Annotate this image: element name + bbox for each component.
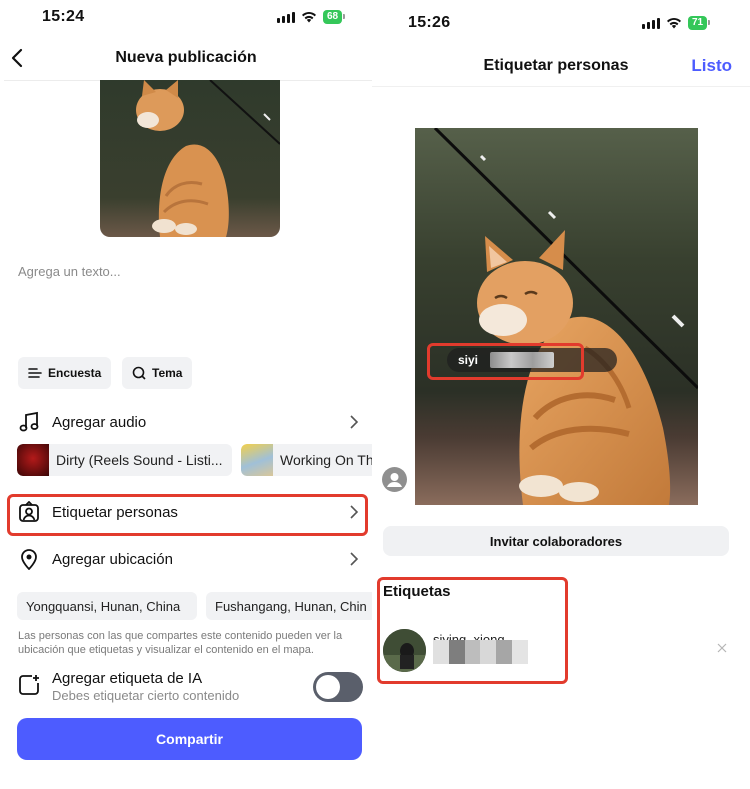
redacted-text — [490, 352, 555, 368]
avatar-image — [383, 629, 426, 672]
status-bar: 15:26 71 — [372, 0, 750, 36]
caption-input[interactable]: Agrega un texto... — [18, 264, 121, 279]
topic-chip[interactable]: Tema — [122, 357, 193, 389]
signal-icon — [642, 17, 660, 29]
cat-photo — [415, 128, 698, 505]
remove-tag-icon[interactable] — [716, 642, 728, 654]
ai-label-subtitle: Debes etiquetar cierto contenido — [52, 688, 240, 703]
invite-collaborators-button[interactable]: Invitar colaboradores — [383, 526, 729, 556]
add-audio-row[interactable]: Agregar audio — [0, 404, 372, 440]
status-icons: 68 — [277, 10, 346, 24]
signal-icon — [277, 11, 295, 23]
photo-tag-label: siyi — [458, 353, 479, 367]
tag-people-label: Etiquetar personas — [52, 503, 178, 521]
music-title: Dirty (Reels Sound - Listi... — [56, 452, 223, 468]
location-pin-icon — [21, 549, 37, 570]
tag-people-row[interactable]: Etiquetar personas — [0, 494, 372, 530]
music-title: Working On Th — [280, 452, 372, 468]
chevron-right-icon — [350, 505, 359, 519]
location-suggestion[interactable]: Fushangang, Hunan, Chin — [206, 592, 372, 620]
tag-person-icon — [19, 501, 39, 522]
add-location-row[interactable]: Agregar ubicación — [0, 541, 372, 577]
location-disclaimer: Las personas con las que compartes este … — [18, 630, 343, 656]
ai-label-title: Agregar etiqueta de IA — [52, 670, 203, 687]
wifi-icon — [667, 17, 681, 29]
tag-photo[interactable] — [415, 128, 698, 505]
location-suggestion[interactable]: Yongquansi, Hunan, China — [17, 592, 197, 620]
add-location-label: Agregar ubicación — [52, 550, 173, 568]
music-suggestion[interactable]: Dirty (Reels Sound - Listi... — [17, 444, 232, 476]
page-title: Etiquetar personas — [483, 57, 629, 74]
status-bar: 15:24 68 — [0, 0, 372, 36]
battery-icon: 71 — [688, 16, 711, 30]
redacted-text — [433, 640, 528, 664]
chevron-right-icon — [350, 552, 359, 566]
cat-photo — [100, 80, 280, 237]
tags-heading: Etiquetas — [383, 583, 451, 600]
ai-label-toggle[interactable] — [313, 672, 363, 702]
share-button[interactable]: Compartir — [17, 718, 362, 760]
tagged-people-button[interactable] — [382, 467, 407, 492]
music-suggestion[interactable]: Working On Th — [241, 444, 372, 476]
new-post-screen: 15:24 68 Nueva publicación Agrega un tex… — [0, 0, 372, 789]
avatar — [383, 629, 426, 672]
wifi-icon — [302, 11, 316, 23]
chevron-right-icon — [350, 415, 359, 429]
done-button[interactable]: Listo — [691, 56, 732, 76]
photo-tag[interactable]: siyi — [447, 348, 617, 372]
status-icons: 71 — [642, 16, 711, 30]
status-time: 15:24 — [42, 8, 85, 25]
toggle-knob — [316, 675, 340, 699]
person-icon — [387, 473, 402, 487]
add-audio-label: Agregar audio — [52, 413, 147, 431]
poll-chip-label: Encuesta — [48, 366, 102, 380]
album-art — [241, 444, 273, 476]
header-divider — [372, 86, 750, 87]
battery-icon: 68 — [323, 10, 346, 24]
status-time: 15:26 — [408, 14, 451, 31]
topic-chip-label: Tema — [152, 366, 183, 380]
topic-icon — [132, 366, 146, 380]
ai-label-icon — [19, 675, 39, 695]
post-thumbnail[interactable] — [100, 80, 280, 237]
list-icon — [28, 368, 42, 378]
poll-chip[interactable]: Encuesta — [18, 357, 112, 389]
page-title: Nueva publicación — [115, 49, 257, 66]
album-art — [17, 444, 49, 476]
music-note-icon — [19, 411, 39, 432]
tag-people-screen: 15:26 71 Etiquetar personas Listo siyi I… — [372, 0, 750, 789]
